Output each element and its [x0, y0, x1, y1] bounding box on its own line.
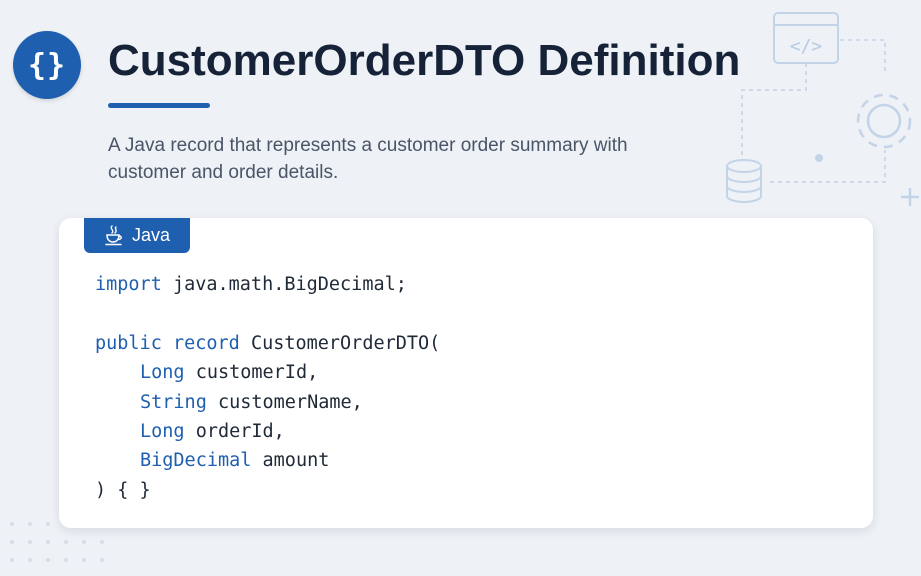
node-dot — [815, 154, 823, 162]
braces-logo-icon: {} — [13, 31, 81, 99]
field-name: amount — [262, 450, 330, 472]
field-type: Long — [140, 362, 185, 384]
code-line-field-4: BigDecimal amount — [95, 450, 329, 471]
code-line-record-declaration: public record CustomerOrderDTO( — [95, 333, 440, 354]
field-name: customerName, — [217, 391, 363, 413]
record-name: CustomerOrderDTO( — [250, 332, 441, 354]
code-card: Java import java.math.BigDecimal; public… — [59, 218, 873, 528]
code-block: import java.math.BigDecimal; public reco… — [95, 270, 440, 505]
connector-lines — [741, 39, 886, 183]
code-window-icon-text: </> — [790, 36, 823, 57]
code-line-close: ) { } — [95, 479, 151, 501]
code-line-field-2: String customerName, — [95, 392, 363, 413]
code-line-import: import java.math.BigDecimal; — [95, 274, 407, 295]
field-name: customerId, — [195, 362, 319, 384]
keyword-record: record — [172, 332, 240, 354]
language-tab: Java — [84, 218, 190, 253]
code-line-field-3: Long orderId, — [95, 421, 285, 442]
page-title: CustomerOrderDTO Definition — [108, 36, 741, 85]
code-line-field-1: Long customerId, — [95, 362, 318, 383]
page-subtitle: A Java record that represents a customer… — [108, 135, 628, 183]
field-type: Long — [140, 421, 185, 443]
language-label: Java — [131, 225, 171, 245]
field-type: String — [140, 391, 207, 413]
field-type: BigDecimal — [140, 450, 252, 472]
plus-icon — [901, 188, 919, 206]
title-underline — [108, 103, 210, 108]
gear-icon — [856, 93, 912, 149]
keyword-public: public — [95, 332, 162, 354]
java-coffee-cup-icon — [105, 224, 122, 245]
logo-glyph: {} — [27, 47, 67, 83]
field-name: orderId, — [195, 421, 285, 443]
import-path: java.math.BigDecimal; — [172, 274, 407, 295]
keyword-import: import — [95, 274, 162, 295]
database-icon — [726, 159, 762, 203]
dot-grid — [10, 522, 104, 562]
